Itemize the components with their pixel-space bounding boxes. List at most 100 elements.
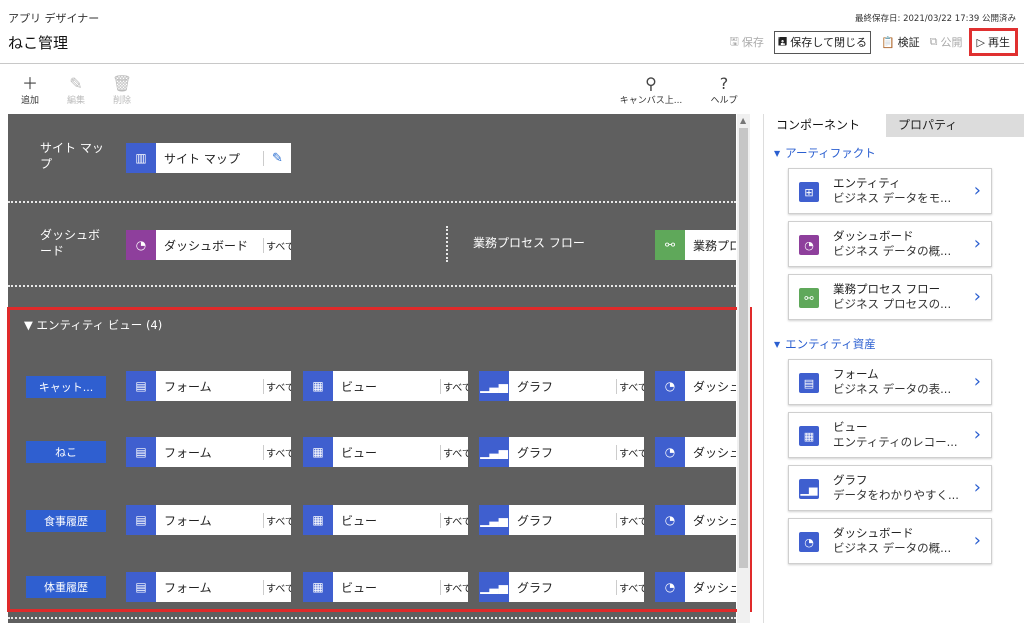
pencil-icon: ✎ <box>69 74 83 93</box>
chevron-right-icon: › <box>973 233 981 254</box>
form-icon: ▤ <box>799 373 819 393</box>
dashboard-card-label: ダッシュボード <box>164 238 249 253</box>
chevron-right-icon: › <box>973 371 981 392</box>
add-button[interactable]: ＋ 追加 <box>8 74 52 107</box>
delete-label: 削除 <box>112 96 131 106</box>
map-icon: ▥ <box>126 143 156 173</box>
component-bpf[interactable]: ⚯ 業務プロセス フロー ビジネス プロセスの... › <box>788 274 992 320</box>
divider <box>8 617 736 619</box>
dashboard-icon: ◔ <box>126 230 156 260</box>
component-title: グラフ <box>833 473 868 487</box>
component-desc: ビジネス データの概... <box>833 541 952 555</box>
edit-label: 編集 <box>66 96 85 106</box>
dashboard-icon: ◔ <box>799 532 819 552</box>
bpf-section-label: 業務プロセス フロー <box>473 236 585 250</box>
publish-button[interactable]: ⧉ 公開 <box>930 34 963 50</box>
clipboard-icon: 📋 <box>880 35 895 49</box>
app-header: アプリ デザイナー ねこ管理 最終保存日: 2021/03/22 17:39 公… <box>0 0 1024 64</box>
trash-icon: 🗑 <box>111 74 133 93</box>
dashboard-section-label: ダッシュボード <box>40 228 101 258</box>
component-title: エンティティ <box>833 176 901 190</box>
command-bar: ＋ 追加 ✎ 編集 🗑 削除 ⚲ キャンバス上... ? ヘルプ <box>0 65 1024 113</box>
delete-button[interactable]: 🗑 削除 <box>100 74 144 107</box>
help-label: ヘルプ <box>710 96 738 106</box>
component-form[interactable]: ▤ フォーム ビジネス データの表... › <box>788 359 992 405</box>
sitemap-card[interactable]: ▥ サイト マップ ✎ <box>126 143 291 173</box>
component-desc: ビジネス データの表... <box>833 382 952 396</box>
collapse-triangle-icon: ▼ <box>774 339 781 349</box>
plus-icon: ＋ <box>21 74 38 93</box>
panel-tabs: コンポーネント プロパティ <box>764 114 1024 137</box>
edit-button[interactable]: ✎ 編集 <box>54 74 98 107</box>
divider <box>8 285 736 287</box>
save-button[interactable]: 🖫 保存 <box>730 33 764 52</box>
flow-icon: ⚯ <box>799 288 819 308</box>
tab-components[interactable]: コンポーネント <box>764 114 886 137</box>
save-close-button[interactable]: 🖪 保存して閉じる <box>773 30 871 54</box>
bpf-card-label: 業務プロ <box>693 238 736 253</box>
component-panel: コンポーネント プロパティ ▼ アーティファクト ⊞ エンティティ ビジネス デ… <box>763 114 1024 623</box>
bpf-card[interactable]: ⚯ 業務プロ <box>655 230 736 260</box>
help-button[interactable]: ? ヘルプ <box>702 74 746 107</box>
component-desc: ビジネス プロセスの... <box>833 297 952 311</box>
component-desc: データをわかりやすく... <box>833 488 959 502</box>
save-label: 保存 <box>741 36 764 49</box>
save-close-label: 保存して閉じる <box>790 36 867 49</box>
publish-icon: ⧉ <box>929 35 938 48</box>
scrollbar-thumb[interactable] <box>739 128 748 568</box>
scroll-up-icon[interactable]: ▲ <box>740 116 746 125</box>
validate-button[interactable]: 📋 検証 <box>881 34 920 50</box>
dashboard-all-label: すべて <box>263 237 291 253</box>
chevron-right-icon: › <box>973 180 981 201</box>
chart-icon: ▁▅ <box>799 479 819 499</box>
chevron-right-icon: › <box>973 424 981 445</box>
saved-status: 最終保存日: 2021/03/22 17:39 公開済み <box>855 14 1016 24</box>
component-chart[interactable]: ▁▅ グラフ データをわかりやすく... › <box>788 465 992 511</box>
entity-assets-group-header[interactable]: ▼ エンティティ資産 <box>774 336 876 352</box>
save-icon: 🖫 <box>729 34 739 48</box>
collapse-triangle-icon: ▼ <box>774 148 781 158</box>
dashboard-card[interactable]: ◔ ダッシュボード すべて <box>126 230 291 260</box>
component-view[interactable]: ▦ ビュー エンティティのレコー... › <box>788 412 992 458</box>
app-designer-label: アプリ デザイナー <box>8 12 100 25</box>
component-desc: ビジネス データをモ... <box>833 191 952 205</box>
add-label: 追加 <box>20 96 39 106</box>
component-title: フォーム <box>833 367 879 381</box>
play-label: 再生 <box>988 36 1010 49</box>
search-canvas-label: キャンバス上... <box>619 96 683 106</box>
highlight-box <box>7 307 752 612</box>
component-title: ビュー <box>833 420 868 434</box>
component-title: 業務プロセス フロー <box>833 282 941 296</box>
component-title: ダッシュボード <box>833 526 914 540</box>
publish-label: 公開 <box>940 36 963 49</box>
chevron-right-icon: › <box>973 286 981 307</box>
app-title: ねこ管理 <box>8 34 69 52</box>
component-desc: エンティティのレコー... <box>833 435 958 449</box>
tab-properties[interactable]: プロパティ <box>886 114 1024 137</box>
edit-sitemap-icon[interactable]: ✎ <box>263 150 291 166</box>
play-button[interactable]: ▷ 再生 <box>968 28 1018 56</box>
divider <box>8 201 736 203</box>
entity-assets-group-label: エンティティ資産 <box>785 337 876 351</box>
flow-icon: ⚯ <box>655 230 685 260</box>
chevron-right-icon: › <box>973 530 981 551</box>
component-entity[interactable]: ⊞ エンティティ ビジネス データをモ... › <box>788 168 992 214</box>
search-icon: ⚲ <box>645 74 657 93</box>
chevron-right-icon: › <box>973 477 981 498</box>
header-actions: 🖫 保存 🖪 保存して閉じる 📋 検証 ⧉ 公開 ▷ 再生 <box>730 28 1018 56</box>
component-desc: ビジネス データの概... <box>833 244 952 258</box>
component-dashboard[interactable]: ◔ ダッシュボード ビジネス データの概... › <box>788 221 992 267</box>
entity-icon: ⊞ <box>799 182 819 202</box>
component-title: ダッシュボード <box>833 229 914 243</box>
sitemap-card-label: サイト マップ <box>164 151 240 166</box>
play-icon: ▷ <box>976 35 985 49</box>
dashboard-icon: ◔ <box>799 235 819 255</box>
validate-label: 検証 <box>897 36 920 49</box>
search-canvas-button[interactable]: ⚲ キャンバス上... <box>618 74 684 107</box>
help-icon: ? <box>719 74 729 93</box>
save-close-icon: 🖪 <box>777 34 788 48</box>
view-icon: ▦ <box>799 426 819 446</box>
canvas-scrollbar[interactable]: ▲ <box>737 114 750 623</box>
artifacts-group-header[interactable]: ▼ アーティファクト <box>774 145 876 161</box>
component-dashboard-asset[interactable]: ◔ ダッシュボード ビジネス データの概... › <box>788 518 992 564</box>
